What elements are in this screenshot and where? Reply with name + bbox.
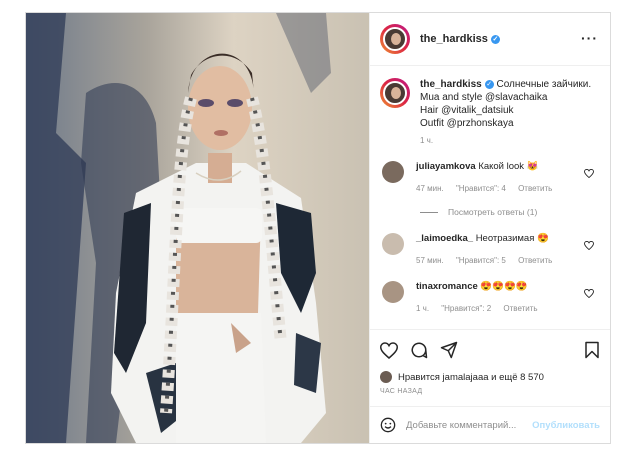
comment-like-icon[interactable] — [584, 169, 594, 178]
comment-text: 😍😍😍😍 — [480, 281, 528, 292]
post-header: the_hardkiss ✓ ··· — [370, 13, 610, 66]
comment-item: _laimoedka_ Неотразимая 😍 57 мин. "Нрави… — [380, 233, 600, 265]
comment-text: Неотразимая 😍 — [475, 233, 549, 244]
comment-item: tinaxromance 😍😍😍😍 1 ч. "Нравится": 2 Отв… — [380, 281, 600, 313]
add-comment-input[interactable]: Добавьте комментарий... — [406, 420, 532, 431]
comment-item: juliayamkova Какой look 😻 47 мин. "Нрави… — [380, 161, 600, 193]
publish-button[interactable]: Опубликовать — [532, 420, 600, 431]
reply-button[interactable]: Ответить — [518, 184, 552, 193]
author-avatar[interactable] — [380, 24, 410, 54]
share-icon[interactable] — [440, 341, 458, 359]
post-photo-image — [26, 13, 369, 443]
comment-text: Какой look 😻 — [478, 161, 539, 172]
commenter-username[interactable]: _laimoedka_ — [416, 233, 473, 244]
instagram-post: the_hardkiss ✓ ··· the_hardkiss ✓ Солнечны… — [25, 12, 611, 444]
caption-time: 1 ч. — [420, 136, 434, 145]
post-side-panel: the_hardkiss ✓ ··· the_hardkiss ✓ Солнечны… — [369, 13, 610, 443]
view-replies-link[interactable]: Посмотреть ответы (1) — [420, 207, 600, 217]
likes-summary[interactable]: Нравится jamalajaaa и ещё 8 570 — [370, 370, 610, 384]
commenter-avatar[interactable] — [382, 161, 404, 183]
commenter-username[interactable]: juliayamkova — [416, 161, 476, 172]
comment-icon[interactable] — [410, 341, 428, 359]
post-date: ЧАС НАЗАД — [380, 388, 423, 395]
caption-username[interactable]: the_hardkiss — [420, 79, 482, 90]
comment-likes[interactable]: "Нравится": 5 — [456, 256, 506, 265]
caption-line-2: Mua and style @slavachaika — [420, 92, 548, 103]
comment-time: 1 ч. — [416, 304, 430, 313]
more-options-icon[interactable]: ··· — [581, 30, 598, 46]
author-username[interactable]: the_hardkiss ✓ — [420, 33, 500, 45]
post-photo[interactable] — [26, 13, 369, 443]
reply-button[interactable]: Ответить — [518, 256, 552, 265]
save-bookmark-icon[interactable] — [584, 341, 600, 359]
verified-badge-icon: ✓ — [484, 79, 494, 89]
comments-section: the_hardkiss ✓ Солнечные зайчики. Mua and… — [370, 66, 610, 329]
comment-time: 47 мин. — [416, 184, 444, 193]
comment-likes[interactable]: "Нравится": 2 — [441, 304, 491, 313]
commenter-avatar[interactable] — [382, 281, 404, 303]
caption-line-3: Hair @vitalik_datsiuk — [420, 105, 514, 116]
commenter-avatar[interactable] — [382, 233, 404, 255]
caption-text: Солнечные зайчики. — [496, 79, 592, 90]
reply-button[interactable]: Ответить — [503, 304, 537, 313]
like-icon[interactable] — [380, 341, 398, 359]
comment-time: 57 мин. — [416, 256, 444, 265]
liker-avatar — [380, 371, 392, 383]
caption-line-4: Outfit @przhonskaya — [420, 118, 514, 129]
caption-author-avatar[interactable] — [380, 78, 410, 108]
emoji-icon[interactable] — [380, 417, 396, 433]
comment-like-icon[interactable] — [584, 289, 594, 298]
post-caption: the_hardkiss ✓ Солнечные зайчики. Mua and… — [380, 78, 600, 130]
add-comment-bar: Добавьте комментарий... Опубликовать — [370, 406, 610, 443]
post-actions-bar — [370, 329, 610, 370]
likes-text: Нравится jamalajaaa и ещё 8 570 — [398, 371, 544, 383]
verified-badge-icon: ✓ — [490, 34, 500, 44]
commenter-username[interactable]: tinaxromance — [416, 281, 478, 292]
comment-likes[interactable]: "Нравится": 4 — [456, 184, 506, 193]
comment-like-icon[interactable] — [584, 241, 594, 250]
